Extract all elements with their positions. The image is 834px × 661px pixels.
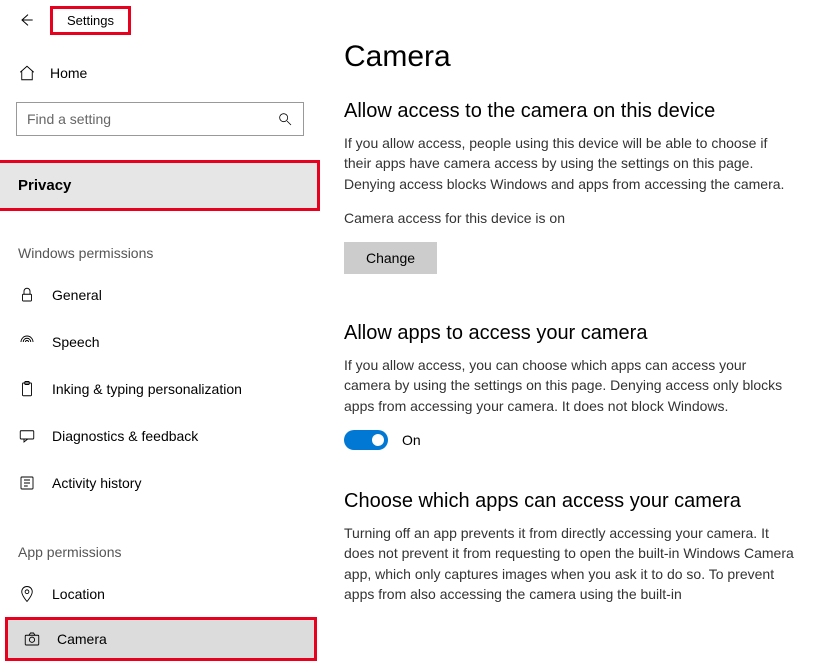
sidebar-item-speech[interactable]: Speech: [0, 318, 320, 365]
sidebar-item-label: Diagnostics & feedback: [52, 428, 198, 444]
camera-icon: [23, 630, 41, 648]
search-icon: [277, 111, 293, 127]
history-icon: [18, 474, 36, 492]
sidebar-item-diagnostics[interactable]: Diagnostics & feedback: [0, 412, 320, 459]
window-title: Settings: [50, 6, 131, 35]
section-description: Turning off an app prevents it from dire…: [344, 523, 794, 604]
allow-apps-toggle[interactable]: [344, 430, 388, 450]
section-description: If you allow access, people using this d…: [344, 133, 794, 194]
toggle-state-label: On: [402, 432, 421, 448]
main-content: Camera Allow access to the camera on thi…: [320, 0, 834, 661]
arrow-left-icon: [18, 12, 34, 28]
sidebar-item-camera[interactable]: Camera: [5, 617, 317, 661]
sidebar-item-label: Speech: [52, 334, 99, 350]
section-heading-app: App permissions: [0, 506, 320, 570]
clipboard-icon: [18, 380, 36, 398]
sidebar-item-home[interactable]: Home: [0, 54, 320, 92]
feedback-icon: [18, 427, 36, 445]
sidebar-item-label: Home: [50, 65, 87, 81]
section-heading-allow-device: Allow access to the camera on this devic…: [344, 100, 806, 123]
camera-access-status: Camera access for this device is on: [344, 208, 794, 228]
sidebar-item-label: Camera: [57, 631, 107, 647]
sidebar: Settings Home Privacy Windows permission…: [0, 0, 320, 661]
back-button[interactable]: [16, 10, 36, 30]
allow-apps-toggle-row: On: [344, 430, 806, 450]
section-description: If you allow access, you can choose whic…: [344, 355, 794, 416]
speech-icon: [18, 333, 36, 351]
sidebar-item-label: Activity history: [52, 475, 141, 491]
lock-icon: [18, 286, 36, 304]
sidebar-item-location[interactable]: Location: [0, 570, 320, 617]
change-button[interactable]: Change: [344, 242, 437, 274]
sidebar-item-label: General: [52, 287, 102, 303]
section-heading-windows: Windows permissions: [0, 211, 320, 271]
sidebar-item-privacy[interactable]: Privacy: [0, 160, 320, 211]
sidebar-item-label: Location: [52, 586, 105, 602]
page-title: Camera: [344, 40, 806, 74]
search-box[interactable]: [16, 102, 304, 136]
search-input[interactable]: [27, 111, 277, 127]
section-heading-allow-apps: Allow apps to access your camera: [344, 322, 806, 345]
section-heading-choose-apps: Choose which apps can access your camera: [344, 490, 806, 513]
sidebar-item-activity[interactable]: Activity history: [0, 459, 320, 506]
home-icon: [18, 64, 36, 82]
window-header: Settings: [0, 0, 320, 40]
sidebar-item-inking[interactable]: Inking & typing personalization: [0, 365, 320, 412]
sidebar-item-label: Inking & typing personalization: [52, 381, 242, 397]
sidebar-item-general[interactable]: General: [0, 271, 320, 318]
location-icon: [18, 585, 36, 603]
